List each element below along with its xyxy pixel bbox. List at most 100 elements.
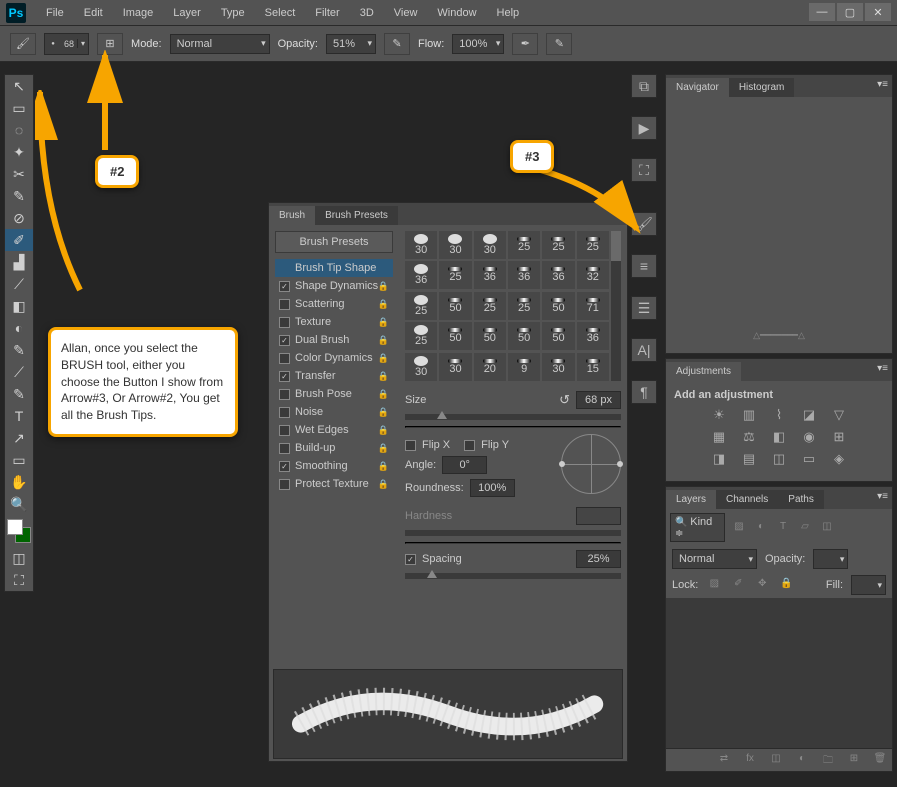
checkbox[interactable] [279, 443, 290, 454]
menu-layer[interactable]: Layer [163, 3, 211, 23]
bw-icon[interactable]: ◧ [769, 429, 789, 445]
brush-tip[interactable]: 9 [508, 353, 540, 381]
brush-tip[interactable]: 25 [508, 292, 540, 320]
brush-presets-button[interactable]: Brush Presets [275, 231, 393, 253]
fill-dropdown[interactable] [851, 575, 886, 595]
checkbox[interactable] [279, 371, 290, 382]
brush-tip[interactable]: 36 [577, 322, 609, 350]
filter-pixel-icon[interactable]: ▨ [731, 521, 747, 535]
brush-tip-grid[interactable]: 3030302525253625363636322550252550712550… [405, 231, 621, 381]
brush-tip[interactable]: 25 [474, 292, 506, 320]
lock-icon[interactable]: 🔒 [378, 299, 389, 310]
checkbox[interactable] [279, 335, 290, 346]
lock-icon[interactable]: 🔒 [378, 389, 389, 400]
quickmask-tool[interactable]: ◫ [5, 547, 33, 569]
tab-adjustments[interactable]: Adjustments [666, 362, 741, 381]
selectivecolor-icon[interactable]: ◈ [829, 451, 849, 467]
lock-icon[interactable]: 🔒 [378, 317, 389, 328]
stamp-tool[interactable]: ▟ [5, 251, 33, 273]
colorbalance-icon[interactable]: ⚖ [739, 429, 759, 445]
dodge-tool[interactable]: ⟋ [5, 361, 33, 383]
eraser-tool[interactable]: ◧ [5, 295, 33, 317]
checkbox[interactable] [279, 317, 290, 328]
lock-pixels-icon[interactable]: ✐ [730, 578, 746, 592]
zoom-tool[interactable]: 🔍 [5, 493, 33, 515]
healing-tool[interactable]: ⊘ [5, 207, 33, 229]
filter-type-icon[interactable]: T [775, 521, 791, 535]
scrollbar-thumb[interactable] [611, 231, 621, 261]
brush-tip[interactable]: 30 [405, 353, 437, 381]
eyedropper-tool[interactable]: ✎ [5, 185, 33, 207]
brush-tip[interactable]: 20 [474, 353, 506, 381]
layer-opacity-dropdown[interactable] [813, 549, 848, 569]
brush-panel-toggle[interactable]: ⊞ [97, 33, 123, 55]
hand-tool[interactable]: ✋ [5, 471, 33, 493]
checkbox[interactable] [279, 461, 290, 472]
checkbox[interactable] [279, 425, 290, 436]
window-maximize-button[interactable]: ▢ [837, 3, 863, 21]
panel-menu-icon[interactable]: ▾≡ [877, 79, 888, 90]
brush-option-brush-pose[interactable]: Brush Pose🔒 [275, 385, 393, 403]
hue-icon[interactable]: ▦ [709, 429, 729, 445]
menu-edit[interactable]: Edit [74, 3, 113, 23]
photofilter-icon[interactable]: ◉ [799, 429, 819, 445]
swatches-tab-icon[interactable]: ☰ [631, 296, 657, 320]
brush-tip[interactable]: 30 [474, 231, 506, 259]
filter-shape-icon[interactable]: ▱ [797, 521, 813, 535]
brush-tip[interactable]: 25 [577, 231, 609, 259]
flow-dropdown[interactable]: 100% [452, 34, 504, 54]
new-adjustment-icon[interactable]: ◐ [794, 753, 810, 767]
brush-tip[interactable]: 36 [508, 261, 540, 289]
vibrance-icon[interactable]: ▽ [829, 407, 849, 423]
type-tool[interactable]: T [5, 405, 33, 427]
panel-menu-icon[interactable]: ▾≡ [877, 491, 888, 502]
spacing-slider[interactable] [405, 573, 621, 579]
menu-select[interactable]: Select [255, 3, 306, 23]
panel-menu-icon[interactable]: ▾≡ [877, 363, 888, 374]
brush-option-color-dynamics[interactable]: Color Dynamics🔒 [275, 349, 393, 367]
tool-preset-picker[interactable]: 🖌 [10, 33, 36, 55]
brush-tab-icon[interactable]: 🖌 [631, 212, 657, 236]
curves-icon[interactable]: ⌇ [769, 407, 789, 423]
lock-icon[interactable]: 🔒 [378, 281, 389, 292]
lock-icon[interactable]: 🔒 [378, 461, 389, 472]
shape-tool[interactable]: ▭ [5, 449, 33, 471]
pressure-opacity-icon[interactable]: ✎ [384, 33, 410, 55]
menu-file[interactable]: File [36, 3, 74, 23]
brush-tip[interactable]: 36 [474, 261, 506, 289]
posterize-icon[interactable]: ▤ [739, 451, 759, 467]
brush-tip[interactable]: 36 [405, 261, 437, 289]
brush-option-wet-edges[interactable]: Wet Edges🔒 [275, 421, 393, 439]
spacing-input[interactable] [576, 550, 621, 568]
checkbox[interactable] [279, 479, 290, 490]
link-layers-icon[interactable]: ⇄ [716, 753, 732, 767]
new-layer-icon[interactable]: ⊞ [846, 753, 862, 767]
mode-dropdown[interactable]: Normal [170, 34, 270, 54]
brush-tool[interactable]: ✐ [5, 229, 33, 251]
blend-mode-dropdown[interactable]: Normal [672, 549, 757, 569]
gradient-tool[interactable]: ◐ [5, 317, 33, 339]
lock-icon[interactable]: 🔒 [378, 443, 389, 454]
color-swatch[interactable] [7, 519, 31, 543]
size-slider[interactable] [405, 414, 621, 420]
brush-tip[interactable]: 50 [439, 292, 471, 320]
invert-icon[interactable]: ◨ [709, 451, 729, 467]
lock-all-icon[interactable]: 🔒 [778, 578, 794, 592]
menu-type[interactable]: Type [211, 3, 255, 23]
blur-tool[interactable]: ✎ [5, 339, 33, 361]
magic-wand-tool[interactable]: ✦ [5, 141, 33, 163]
move-tool[interactable]: ↖ [5, 75, 33, 97]
lock-position-icon[interactable]: ✥ [754, 578, 770, 592]
lasso-tool[interactable]: ◌ [5, 119, 33, 141]
exposure-icon[interactable]: ◪ [799, 407, 819, 423]
menu-help[interactable]: Help [487, 3, 530, 23]
properties-tab-icon[interactable]: ⛶ [631, 158, 657, 182]
panel-menu-icon[interactable]: ▾≡ [612, 207, 623, 218]
checkbox[interactable] [279, 299, 290, 310]
brush-tip[interactable]: 30 [405, 231, 437, 259]
scrollbar[interactable] [611, 231, 621, 381]
airbrush-icon[interactable]: ✒ [512, 33, 538, 55]
opacity-dropdown[interactable]: 51% [326, 34, 376, 54]
lock-icon[interactable]: 🔒 [378, 371, 389, 382]
zoom-slider-icon[interactable]: △━━━━━━━△ [753, 330, 805, 341]
